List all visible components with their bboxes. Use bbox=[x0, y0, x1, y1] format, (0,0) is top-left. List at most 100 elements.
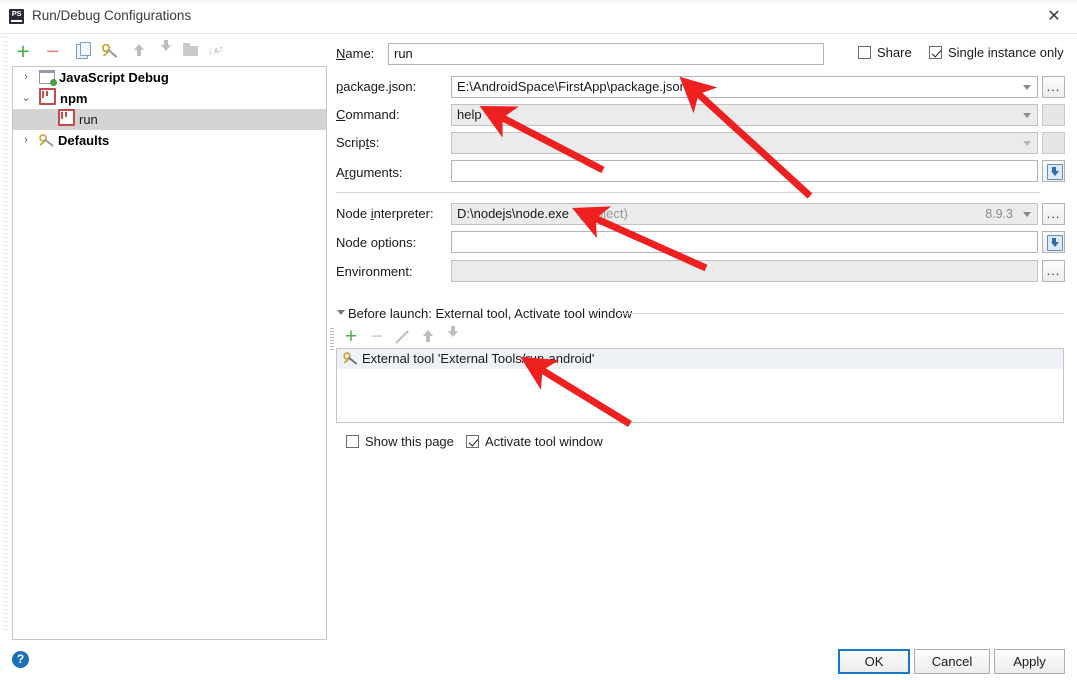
package-json-input[interactable]: E:\AndroidSpace\FirstApp\package.json bbox=[451, 76, 1038, 98]
before-launch-splitter-handle[interactable] bbox=[330, 328, 334, 350]
arguments-input[interactable] bbox=[451, 160, 1038, 182]
node-interpreter-browse-button[interactable]: ... bbox=[1042, 203, 1065, 225]
npm-icon bbox=[58, 109, 75, 126]
share-checkbox[interactable]: Share bbox=[858, 45, 912, 60]
name-input[interactable]: run bbox=[388, 43, 824, 65]
checkbox-box[interactable] bbox=[929, 46, 942, 59]
chevron-down-icon[interactable] bbox=[1023, 85, 1031, 90]
checkbox-box[interactable] bbox=[858, 46, 871, 59]
node-options-expand-button[interactable] bbox=[1042, 231, 1065, 253]
help-button[interactable]: ? bbox=[12, 651, 29, 668]
window-titlebar: PS Run/Debug Configurations ✕ bbox=[0, 0, 1077, 34]
before-launch-toolbar: + − bbox=[340, 326, 520, 350]
cancel-button[interactable]: Cancel bbox=[914, 649, 990, 674]
edit-templates-button[interactable] bbox=[99, 40, 121, 62]
move-down-button[interactable] bbox=[154, 40, 176, 62]
chevron-down-icon[interactable] bbox=[1023, 141, 1031, 146]
scripts-input[interactable] bbox=[451, 132, 1038, 154]
wrench-icon bbox=[102, 44, 118, 58]
configurations-tree[interactable]: › JavaScript Debug ⌄ npm run › Defaults bbox=[12, 66, 327, 640]
new-folder-button[interactable] bbox=[180, 40, 202, 62]
arrow-down-icon bbox=[448, 326, 458, 337]
tree-node-label: Defaults bbox=[58, 133, 110, 148]
tree-node-label: npm bbox=[60, 91, 88, 106]
ok-button[interactable]: OK bbox=[838, 649, 910, 674]
tree-node-run[interactable]: run bbox=[13, 109, 326, 130]
pencil-icon bbox=[395, 330, 409, 344]
phpstorm-icon: PS bbox=[9, 9, 24, 24]
chevron-right-icon[interactable]: › bbox=[19, 130, 33, 151]
command-input[interactable]: help bbox=[451, 104, 1038, 126]
environment-label: Environment: bbox=[336, 264, 413, 279]
activate-tool-window-checkbox[interactable]: Activate tool window bbox=[466, 434, 603, 449]
environment-input[interactable] bbox=[451, 260, 1038, 282]
tree-node-defaults[interactable]: › Defaults bbox=[13, 130, 326, 151]
command-label: Command: bbox=[336, 107, 400, 122]
move-task-up-button bbox=[416, 326, 438, 348]
node-interpreter-input[interactable]: D:\nodejs\node.exe (Project) 8.9.3 bbox=[451, 203, 1038, 225]
node-interpreter-value: D:\nodejs\node.exe bbox=[457, 206, 570, 221]
edit-task-button bbox=[391, 326, 413, 348]
before-launch-title: Before launch: External tool, Activate t… bbox=[348, 306, 638, 321]
single-instance-only-checkbox[interactable]: Single instance only bbox=[929, 45, 1064, 60]
move-task-down-button bbox=[441, 326, 463, 348]
chevron-down-icon[interactable] bbox=[1023, 113, 1031, 118]
remove-configuration-button[interactable]: − bbox=[42, 40, 64, 63]
sort-configurations-button[interactable]: ↓ᴀᶻ bbox=[208, 44, 224, 58]
titlebar-top-strip bbox=[0, 0, 1077, 3]
add-configuration-button[interactable]: + bbox=[12, 40, 34, 63]
folder-icon bbox=[183, 43, 198, 56]
copy-icon bbox=[76, 42, 91, 59]
arrow-up-icon bbox=[423, 330, 433, 342]
arrow-up-icon bbox=[134, 44, 144, 56]
arguments-expand-button[interactable] bbox=[1042, 160, 1065, 182]
package-json-value: E:\AndroidSpace\FirstApp\package.json bbox=[457, 79, 687, 94]
copy-configuration-button[interactable] bbox=[71, 40, 93, 62]
arrow-down-icon bbox=[161, 40, 171, 51]
tree-node-label: run bbox=[79, 112, 98, 127]
environment-browse-button[interactable]: ... bbox=[1042, 260, 1065, 282]
node-options-input[interactable] bbox=[451, 231, 1038, 253]
before-launch-divider bbox=[620, 313, 1064, 314]
share-label: Share bbox=[877, 45, 912, 60]
window-title: Run/Debug Configurations bbox=[32, 8, 192, 23]
node-interpreter-label: Node interpreter: bbox=[336, 206, 434, 221]
arguments-label: Arguments: bbox=[336, 165, 403, 180]
add-task-button[interactable]: + bbox=[340, 326, 362, 348]
tree-node-label: JavaScript Debug bbox=[59, 70, 169, 85]
chevron-down-icon[interactable] bbox=[1023, 212, 1031, 217]
command-value: help bbox=[457, 107, 482, 122]
external-tool-icon bbox=[343, 351, 358, 365]
node-options-label: Node options: bbox=[336, 235, 417, 250]
before-launch-task-label: External tool 'External Tools/run-androi… bbox=[362, 351, 595, 366]
show-this-page-label: Show this page bbox=[365, 434, 454, 449]
apply-button[interactable]: Apply bbox=[994, 649, 1065, 674]
scripts-label: Scripts: bbox=[336, 135, 380, 150]
checkbox-box[interactable] bbox=[466, 435, 479, 448]
package-json-browse-button[interactable]: ... bbox=[1042, 76, 1065, 98]
javascript-debug-icon bbox=[38, 69, 57, 86]
package-json-label: package.json: bbox=[336, 79, 417, 94]
scripts-browse-button bbox=[1042, 132, 1065, 154]
node-interpreter-hint: (Project) bbox=[578, 206, 628, 221]
defaults-icon bbox=[39, 132, 55, 147]
form-divider bbox=[336, 192, 1040, 193]
tree-node-javascript-debug[interactable]: › JavaScript Debug bbox=[13, 67, 326, 88]
window-left-splitter bbox=[2, 33, 8, 633]
remove-task-button: − bbox=[370, 325, 384, 348]
name-label: Name: bbox=[336, 46, 375, 61]
configurations-toolbar: + − ↓ᴀᶻ bbox=[12, 40, 322, 66]
show-this-page-checkbox[interactable]: Show this page bbox=[346, 434, 454, 449]
chevron-right-icon[interactable]: › bbox=[19, 67, 33, 88]
node-version-label: 8.9.3 bbox=[985, 207, 1013, 221]
close-icon[interactable]: ✕ bbox=[1041, 6, 1067, 28]
chevron-down-icon[interactable]: ⌄ bbox=[19, 88, 33, 109]
move-up-button[interactable] bbox=[127, 40, 149, 62]
before-launch-task-list[interactable]: External tool 'External Tools/run-androi… bbox=[336, 348, 1064, 423]
expand-editor-icon bbox=[1047, 164, 1063, 180]
activate-tool-window-label: Activate tool window bbox=[485, 434, 603, 449]
tree-node-npm[interactable]: ⌄ npm bbox=[13, 88, 326, 109]
before-launch-collapse-icon[interactable] bbox=[337, 310, 345, 315]
checkbox-box[interactable] bbox=[346, 435, 359, 448]
before-launch-task-item[interactable]: External tool 'External Tools/run-androi… bbox=[337, 349, 1063, 369]
